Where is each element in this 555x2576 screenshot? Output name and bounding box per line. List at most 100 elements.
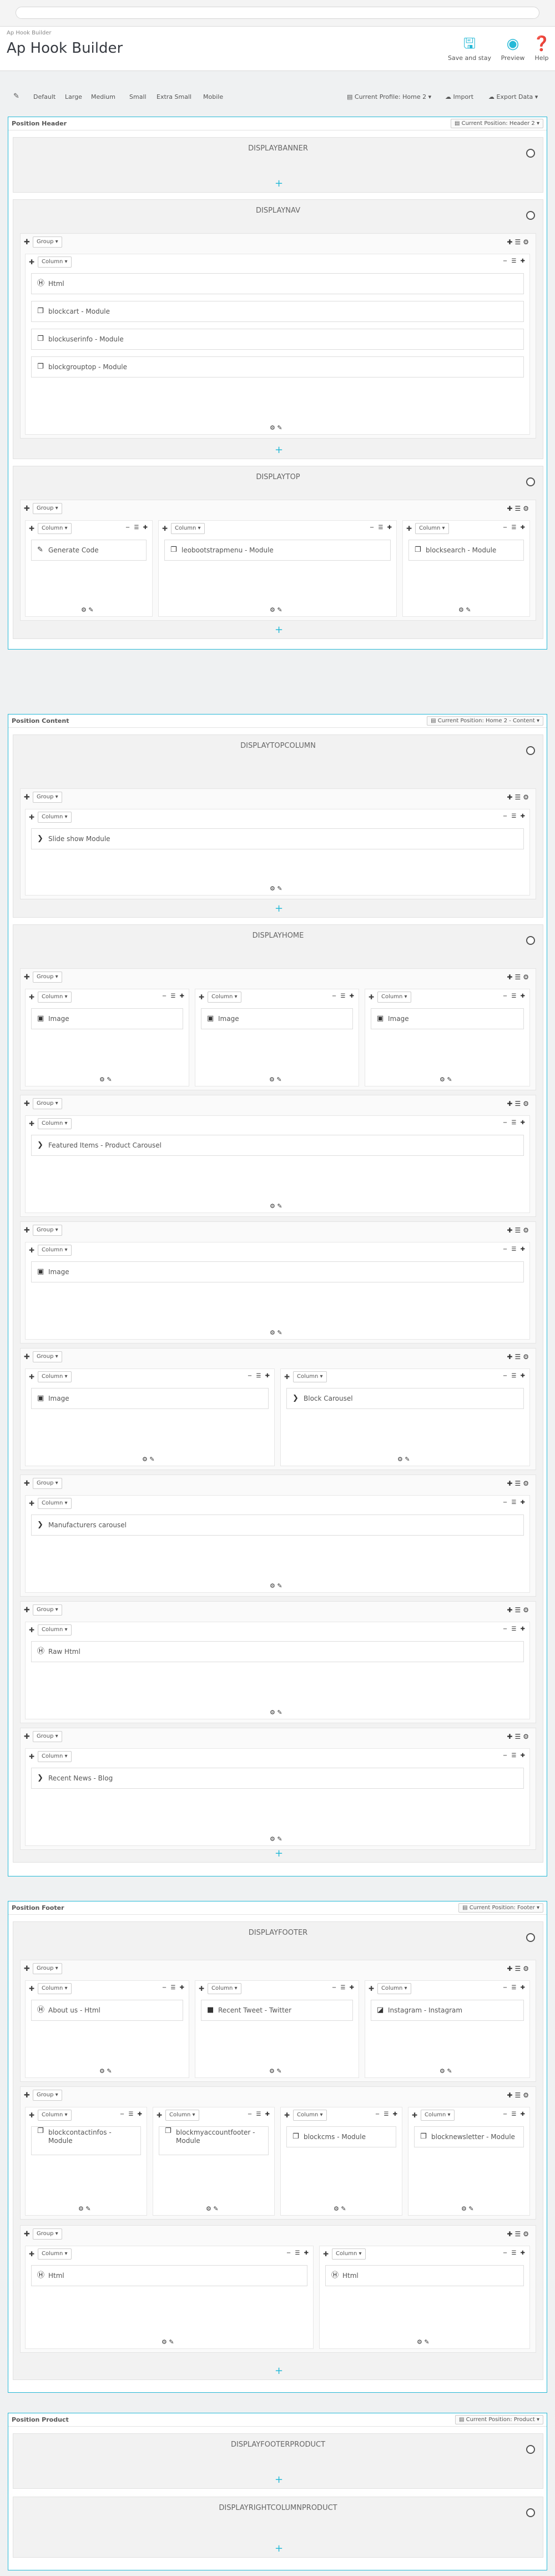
column-footer-tools[interactable]: ⚙ ✎ <box>269 1076 282 1083</box>
column-tools[interactable]: − ☰ ✚ <box>503 1753 526 1759</box>
move-column-icon[interactable]: ✚ <box>29 1626 34 1634</box>
device-extra-small[interactable]: Extra Small <box>157 93 191 100</box>
profile-dropdown[interactable]: ▤ Current Profile: Home 2 ▾ <box>347 93 431 100</box>
move-group-icon[interactable]: ✚ <box>24 238 30 246</box>
column-tools[interactable]: − ☰ ✚ <box>162 1985 185 1991</box>
column-dropdown[interactable]: Column ▾ <box>38 992 72 1003</box>
column-dropdown[interactable]: Column ▾ <box>38 2248 72 2260</box>
add-group-plus-icon[interactable]: + <box>275 2544 283 2554</box>
group-tools[interactable]: ✚☰⚙ <box>507 793 531 801</box>
column-footer-tools[interactable]: ⚙ ✎ <box>206 2205 219 2212</box>
column-footer-tools[interactable]: ⚙ ✎ <box>99 2067 112 2075</box>
move-column-icon[interactable]: ✚ <box>29 2111 34 2119</box>
column-tools[interactable]: − ☰ ✚ <box>248 2111 271 2117</box>
column-footer-tools[interactable]: ⚙ ✎ <box>270 606 282 613</box>
move-column-icon[interactable]: ✚ <box>29 258 34 266</box>
move-column-icon[interactable]: ✚ <box>29 1373 34 1381</box>
column-dropdown[interactable]: Column ▾ <box>415 523 449 534</box>
column-tools[interactable]: − ☰ ✚ <box>503 525 526 531</box>
column-dropdown[interactable]: Column ▾ <box>38 1371 72 1382</box>
add-group-plus-icon[interactable]: + <box>275 2366 283 2376</box>
group-dropdown[interactable]: Group ▾ <box>33 1225 62 1236</box>
column-dropdown[interactable]: Column ▾ <box>421 2110 455 2121</box>
move-group-icon[interactable]: ✚ <box>24 2230 30 2238</box>
pencil-icon[interactable]: ✎ <box>13 92 19 100</box>
column-tools[interactable]: − ☰ ✚ <box>503 1373 526 1379</box>
gear-icon[interactable] <box>526 1933 535 1942</box>
widget-item[interactable]: ◪ Instagram - Instagram <box>371 2000 524 2021</box>
device-large[interactable]: Large <box>65 93 82 100</box>
column-tools[interactable]: − ☰ ✚ <box>125 525 149 531</box>
column-tools[interactable]: − ☰ ✚ <box>503 1500 526 1506</box>
group-tools[interactable]: ✚☰⚙ <box>507 1733 531 1740</box>
column-footer-tools[interactable]: ⚙ ✎ <box>440 1076 452 1083</box>
widget-item[interactable]: Ⓗ Html <box>325 2265 524 2286</box>
move-column-icon[interactable]: ✚ <box>29 1753 34 1760</box>
column-tools[interactable]: − ☰ ✚ <box>503 1985 526 1991</box>
device-medium[interactable]: Medium <box>91 93 115 100</box>
move-column-icon[interactable]: ✚ <box>157 2111 162 2119</box>
url-bar[interactable] <box>16 7 539 19</box>
column-tools[interactable]: − ☰ ✚ <box>503 258 526 264</box>
current-position-button[interactable]: ▤ Current Position: Footer ▾ <box>458 1903 543 1913</box>
widget-item[interactable]: ❐ blockmyaccountfooter - Module <box>159 2126 269 2155</box>
group-dropdown[interactable]: Group ▾ <box>33 503 62 514</box>
column-tools[interactable]: − ☰ ✚ <box>162 993 185 999</box>
group-tools[interactable]: ✚☰⚙ <box>507 1606 531 1614</box>
group-tools[interactable]: ✚☰⚙ <box>507 505 531 512</box>
column-tools[interactable]: − ☰ ✚ <box>503 813 526 819</box>
move-column-icon[interactable]: ✚ <box>323 2250 329 2258</box>
column-tools[interactable]: − ☰ ✚ <box>332 993 355 999</box>
column-footer-tools[interactable]: ⚙ ✎ <box>81 606 94 613</box>
column-dropdown[interactable]: Column ▾ <box>38 812 72 823</box>
move-group-icon[interactable]: ✚ <box>24 1965 30 1973</box>
add-group-plus-icon[interactable]: + <box>275 625 283 635</box>
move-group-icon[interactable]: ✚ <box>24 1606 30 1614</box>
column-tools[interactable]: − ☰ ✚ <box>503 1626 526 1632</box>
move-column-icon[interactable]: ✚ <box>412 2111 417 2119</box>
column-dropdown[interactable]: Column ▾ <box>38 2110 72 2121</box>
widget-item[interactable]: ▣ Image <box>31 1008 183 1029</box>
current-position-button[interactable]: ▤ Current Position: Product ▾ <box>455 2415 543 2424</box>
breadcrumb[interactable]: Ap Hook Builder <box>7 30 51 36</box>
column-footer-tools[interactable]: ⚙ ✎ <box>270 1835 282 1843</box>
gear-icon[interactable] <box>526 2445 535 2454</box>
column-dropdown[interactable]: Column ▾ <box>38 1983 72 1994</box>
widget-item[interactable]: ❐ blocksearch - Module <box>408 540 524 561</box>
move-group-icon[interactable]: ✚ <box>24 973 30 982</box>
column-dropdown[interactable]: Column ▾ <box>332 2248 366 2260</box>
widget-item[interactable]: Ⓗ Raw Html <box>31 1641 524 1662</box>
column-tools[interactable]: − ☰ ✚ <box>375 2111 398 2117</box>
group-dropdown[interactable]: Group ▾ <box>33 972 62 983</box>
column-dropdown[interactable]: Column ▾ <box>293 2110 327 2121</box>
column-dropdown[interactable]: Column ▾ <box>377 992 411 1003</box>
column-tools[interactable]: − ☰ ✚ <box>503 1246 526 1252</box>
column-tools[interactable]: − ☰ ✚ <box>286 2250 310 2256</box>
widget-item[interactable]: ❐ blockuserinfo - Module <box>31 329 524 350</box>
add-group-plus-icon[interactable]: + <box>275 904 283 914</box>
group-dropdown[interactable]: Group ▾ <box>33 1478 62 1489</box>
group-dropdown[interactable]: Group ▾ <box>33 1731 62 1742</box>
widget-item[interactable]: ❯ Manufacturers carousel <box>31 1515 524 1536</box>
group-tools[interactable]: ✚☰⚙ <box>507 1480 531 1487</box>
column-dropdown[interactable]: Column ▾ <box>171 523 205 534</box>
move-group-icon[interactable]: ✚ <box>24 2091 30 2100</box>
column-footer-tools[interactable]: ⚙ ✎ <box>270 424 282 431</box>
add-group-plus-icon[interactable]: + <box>275 179 283 189</box>
group-tools[interactable]: ✚☰⚙ <box>507 1965 531 1973</box>
column-dropdown[interactable]: Column ▾ <box>38 523 72 534</box>
export-button[interactable]: ☁ Export Data ▾ <box>488 93 538 100</box>
gear-icon[interactable] <box>526 2508 535 2517</box>
move-column-icon[interactable]: ✚ <box>406 525 412 532</box>
move-column-icon[interactable]: ✚ <box>29 813 34 821</box>
column-footer-tools[interactable]: ⚙ ✎ <box>99 1076 112 1083</box>
column-dropdown[interactable]: Column ▾ <box>38 1498 72 1509</box>
column-footer-tools[interactable]: ⚙ ✎ <box>270 1203 282 1210</box>
move-group-icon[interactable]: ✚ <box>24 1353 30 1361</box>
column-dropdown[interactable]: Column ▾ <box>38 1751 72 1762</box>
widget-item[interactable]: Ⓗ About us - Html <box>31 2000 183 2021</box>
column-footer-tools[interactable]: ⚙ ✎ <box>270 1709 282 1716</box>
move-column-icon[interactable]: ✚ <box>369 1985 374 1993</box>
column-footer-tools[interactable]: ⚙ ✎ <box>162 2338 174 2346</box>
column-footer-tools[interactable]: ⚙ ✎ <box>269 2067 282 2075</box>
